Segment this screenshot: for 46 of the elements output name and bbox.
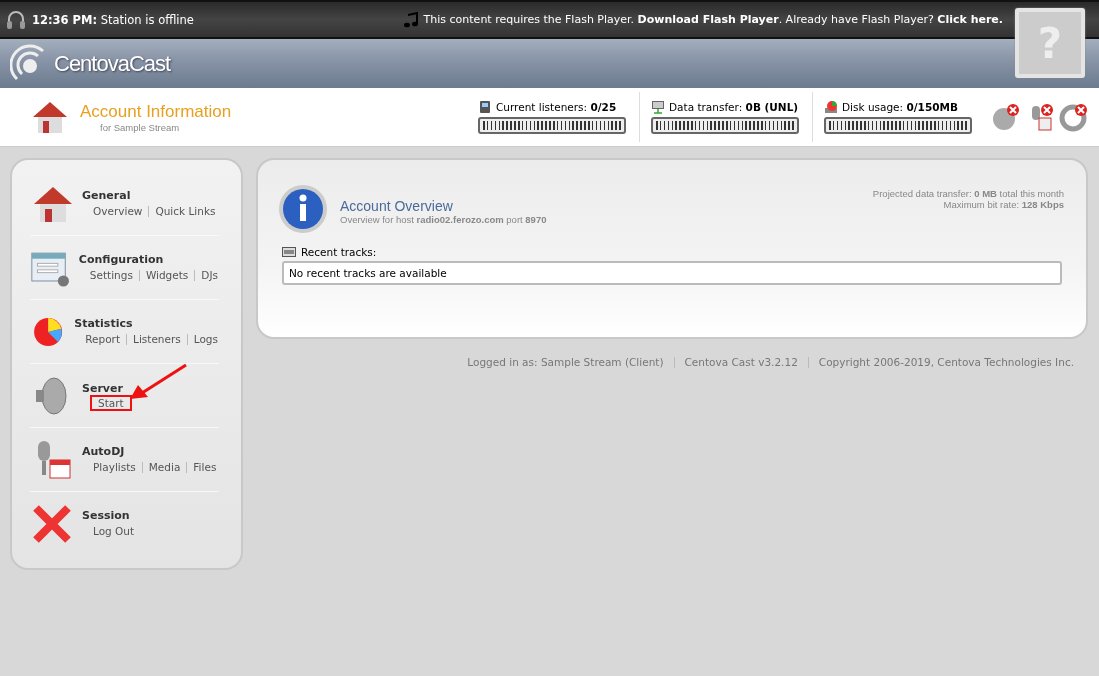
disk-icon	[824, 100, 838, 114]
flash-notice: This content requires the Flash Player. Download Flash Player. Already have Flash Player? Click here.	[423, 13, 1003, 26]
section-title: General	[82, 189, 132, 202]
max-bitrate: Maximum bit rate: 128 Kbps	[942, 199, 1064, 210]
nav-link[interactable]: Listeners	[132, 332, 182, 346]
music-note-icon	[403, 11, 418, 28]
network-icon	[651, 100, 665, 114]
meter-label: Data transfer: 0B (UNL)	[669, 101, 799, 113]
nav-link[interactable]: Widgets	[144, 268, 190, 282]
nav-link[interactable]: DJs	[200, 268, 219, 282]
tracks-icon	[282, 247, 296, 257]
question-mark: ?	[1037, 18, 1063, 68]
overview-subtitle: Overview for host radio02.ferozo.com port 8970	[340, 213, 547, 225]
nav-link[interactable]: Playlists	[92, 460, 137, 474]
nav-link[interactable]: Log Out	[92, 524, 136, 538]
section-title: Configuration	[78, 253, 165, 266]
station-status: 12:36 PM: Station is offline	[32, 12, 194, 27]
info-icon	[278, 184, 328, 234]
projected-transfer: Projected data transfer: 0 MB total this month	[872, 188, 1064, 199]
nav-link[interactable]: Quick Links	[154, 204, 217, 218]
headphones-icon	[6, 8, 26, 31]
device-icon	[478, 100, 492, 114]
recent-tracks-label: Recent tracks:	[301, 246, 377, 258]
page-title: Account Information	[80, 101, 232, 122]
nav-link[interactable]: Logs	[192, 332, 219, 346]
meter-label: Current listeners: 0/25	[496, 101, 617, 113]
section-title: Server	[82, 382, 124, 395]
nav-link[interactable]: Settings	[88, 268, 134, 282]
brand-logo-text: CentovaCast	[54, 50, 171, 77]
section-title: Session	[82, 509, 131, 522]
nav-link[interactable]: Files	[192, 460, 218, 474]
nav-link[interactable]: Report	[84, 332, 122, 346]
footer-text: Logged in as: Sample Stream (Client)	[467, 356, 664, 368]
nav-link[interactable]: Overview	[92, 204, 144, 218]
nav-link[interactable]: Start	[92, 397, 130, 409]
overview-title: Account Overview	[340, 197, 454, 214]
footer-text: Copyright 2006-2019, Centova Technologies Inc.	[818, 356, 1074, 368]
empty-message: No recent tracks are available	[289, 267, 447, 279]
footer-text: Centova Cast v3.2.12	[684, 356, 798, 368]
nav-link[interactable]: Media	[147, 460, 182, 474]
meter-label: Disk usage: 0/150MB	[842, 101, 958, 113]
section-title: Statistics	[74, 317, 134, 330]
stop-server-icon[interactable]	[991, 102, 1021, 132]
disable-stream-icon[interactable]	[1059, 102, 1089, 132]
page-subtitle: for Sample Stream	[99, 121, 181, 133]
section-title: AutoDJ	[82, 445, 126, 458]
